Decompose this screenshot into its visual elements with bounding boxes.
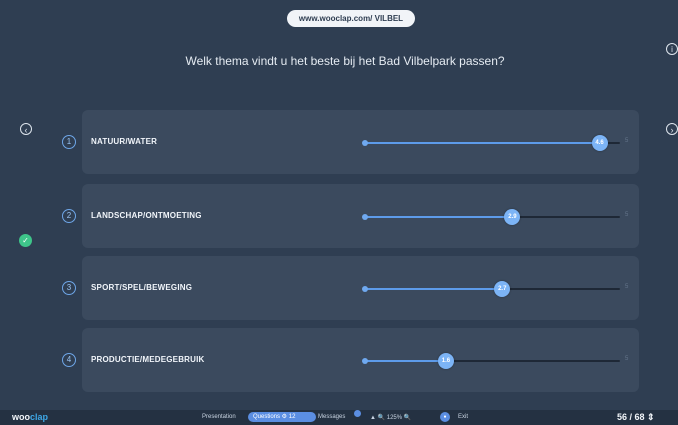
questions-tab[interactable]: Questions ⚙ 12 [248, 412, 316, 422]
rating-max-label-4: 5 [625, 356, 629, 362]
messages-notification-badge [354, 410, 361, 417]
next-arrow-icon[interactable]: › [666, 123, 678, 135]
row-1-number: 1 [62, 135, 76, 149]
previous-arrow-icon[interactable]: ‹ [20, 123, 32, 135]
settings-round-button[interactable]: ● [440, 412, 450, 422]
rating-label-3: SPORT/SPEL/BEWEGING [91, 283, 193, 292]
messages-tab[interactable]: Messages [318, 414, 345, 420]
rating-label-1: NATUUR/WATER [91, 137, 158, 146]
rating-slider-track-2: 2.9 [362, 209, 620, 225]
question-title: Welk thema vindt u het beste bij het Bad… [185, 54, 505, 68]
rating-row-3: SPORT/SPEL/BEWEGING 2.7 5 [82, 256, 639, 320]
row-4-number: 4 [62, 353, 76, 367]
participation-icon[interactable]: ✓ [19, 234, 32, 247]
wooclap-logo: wooclap [12, 412, 48, 422]
slider-start-dot-3 [362, 286, 368, 292]
slider-start-dot-4 [362, 358, 368, 364]
row-2-number: 2 [62, 209, 76, 223]
rating-row-1: NATUUR/WATER 4.6 5 [82, 110, 639, 174]
rating-row-2: LANDSCHAP/ONTMOETING 2.9 5 [82, 184, 639, 248]
rating-slider-fill-1 [364, 142, 600, 144]
rating-slider-fill-4 [364, 360, 446, 362]
info-icon[interactable]: i [666, 43, 678, 55]
rating-max-label-2: 5 [625, 212, 629, 218]
rating-slider-track-3: 2.7 [362, 281, 620, 297]
rating-slider-track-1: 4.6 [362, 135, 620, 151]
rating-slider-fill-2 [364, 216, 513, 218]
rating-value-knob-2: 2.9 [504, 209, 521, 225]
slider-start-dot-2 [362, 214, 368, 220]
slider-start-dot-1 [362, 140, 368, 146]
rating-value-knob-3: 2.7 [494, 281, 511, 297]
rating-slider-fill-3 [364, 288, 503, 290]
row-3-number: 3 [62, 281, 76, 295]
rating-max-label-3: 5 [625, 284, 629, 290]
exit-button[interactable]: Exit [458, 414, 468, 420]
rating-label-4: PRODUCTIE/MEDEGEBRUIK [91, 355, 205, 364]
rating-row-4: PRODUCTIE/MEDEGEBRUIK 1.6 5 [82, 328, 639, 392]
logo-main-text: woo [12, 412, 30, 422]
page-counter: 56 / 68 ⇕ [617, 412, 655, 422]
rating-label-2: LANDSCHAP/ONTMOETING [91, 211, 202, 220]
presentation-tab[interactable]: Presentation [202, 414, 236, 420]
rating-slider-track-4: 1.6 [362, 353, 620, 369]
logo-accent-text: clap [30, 412, 49, 422]
rating-value-knob-1: 4.6 [591, 135, 608, 151]
rating-value-knob-4: 1.6 [437, 353, 454, 369]
zoom-controls[interactable]: ▲ 🔍 125% 🔍 [370, 414, 411, 421]
url-badge: www.wooclap.com/ VILBEL [287, 10, 415, 27]
presentation-toolbar: wooclap Presentation Questions ⚙ 12 Mess… [0, 410, 678, 425]
rating-max-label-1: 5 [625, 138, 629, 144]
